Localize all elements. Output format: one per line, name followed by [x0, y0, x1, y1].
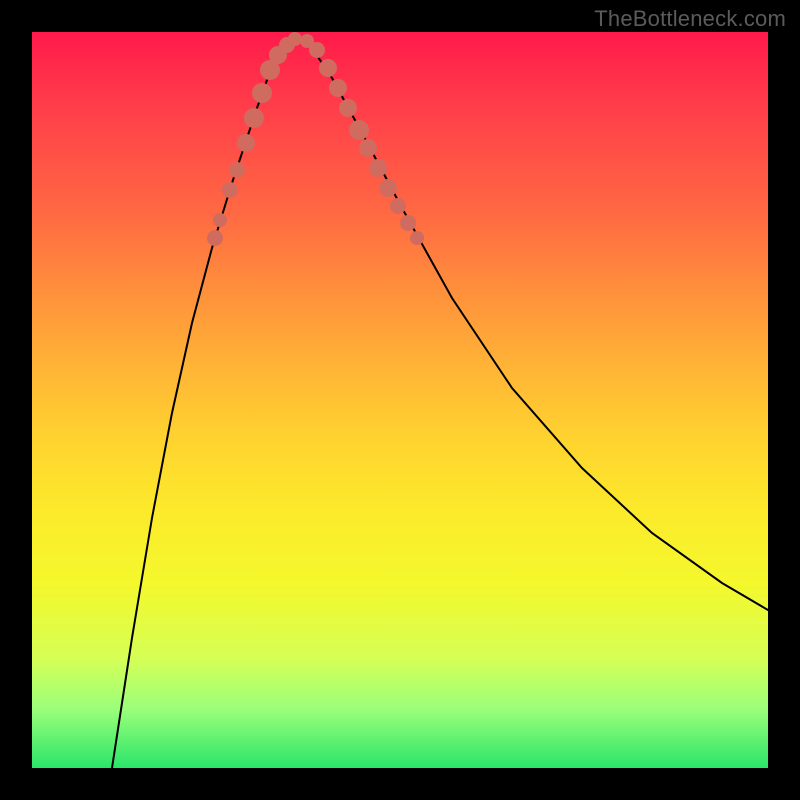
data-dot — [359, 139, 377, 157]
data-dot — [213, 213, 227, 227]
data-dot — [369, 159, 387, 177]
data-dot — [207, 230, 223, 246]
data-dot — [329, 79, 347, 97]
data-dot — [319, 59, 337, 77]
data-dot — [410, 231, 424, 245]
left-curve — [112, 38, 294, 768]
chart-frame: TheBottleneck.com — [0, 0, 800, 800]
watermark-text: TheBottleneck.com — [594, 6, 786, 32]
data-dot — [349, 120, 369, 140]
data-dot — [400, 215, 416, 231]
data-dot — [379, 179, 397, 197]
data-dot — [229, 162, 245, 178]
data-dot — [237, 134, 255, 152]
dots-left — [207, 32, 302, 246]
chart-svg — [32, 32, 768, 768]
data-dot — [339, 99, 357, 117]
data-dot — [288, 32, 302, 46]
data-dot — [252, 83, 272, 103]
data-dot — [390, 198, 406, 214]
right-curve — [300, 38, 768, 610]
data-dot — [244, 108, 264, 128]
plot-area — [32, 32, 768, 768]
data-dot — [222, 182, 238, 198]
data-dot — [309, 42, 325, 58]
